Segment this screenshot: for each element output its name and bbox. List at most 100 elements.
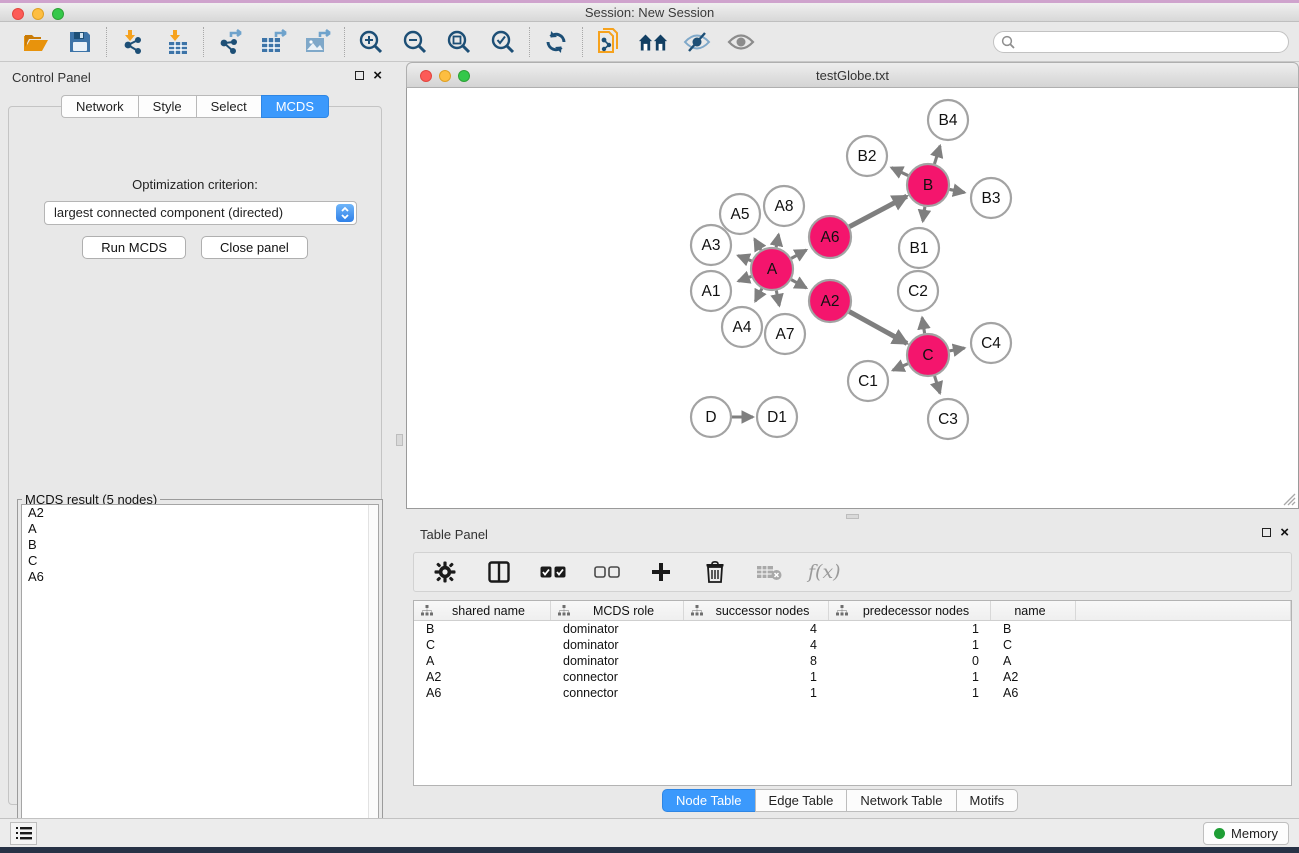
graph-edge-A2-C[interactable] — [849, 312, 907, 344]
column-header-name[interactable]: name — [991, 601, 1076, 620]
graph-edge-A-A7[interactable] — [776, 291, 779, 306]
optimization-criterion-select[interactable]: largest connected component (directed) — [44, 201, 357, 225]
graph-edge-B-B3[interactable] — [950, 189, 965, 192]
table-cell: A — [414, 653, 551, 669]
graph-edge-B-B1[interactable] — [923, 207, 925, 221]
column-header-MCDS-role[interactable]: MCDS role — [551, 601, 684, 620]
mcds-result-item[interactable]: A2 — [22, 505, 378, 521]
select-all-checkboxes-icon[interactable] — [538, 557, 568, 587]
graph-node-label: B2 — [858, 148, 877, 165]
deselect-all-checkboxes-icon[interactable] — [592, 557, 622, 587]
tab-edge-table[interactable]: Edge Table — [755, 789, 847, 812]
run-mcds-button[interactable]: Run MCDS — [82, 236, 186, 259]
export-table-icon[interactable] — [259, 27, 289, 57]
graph-edge-B-B4[interactable] — [934, 146, 940, 164]
graph-edge-A-A4[interactable] — [755, 289, 762, 302]
optimization-criterion-label: Optimization criterion: — [9, 177, 381, 192]
graph-edge-C-C1[interactable] — [893, 364, 908, 371]
vertical-splitter-handle[interactable] — [396, 434, 403, 446]
delete-table-icon[interactable] — [754, 557, 784, 587]
graph-edge-A6-B[interactable] — [849, 196, 906, 226]
tab-network[interactable]: Network — [61, 95, 138, 118]
show-column-icon[interactable] — [484, 557, 514, 587]
table-options-gear-icon[interactable] — [430, 557, 460, 587]
graph-node-label: A3 — [702, 237, 721, 254]
tab-select[interactable]: Select — [196, 95, 261, 118]
search-icon — [1001, 35, 1015, 49]
import-network-icon[interactable] — [118, 27, 148, 57]
add-column-icon[interactable] — [646, 557, 676, 587]
export-network-icon[interactable] — [215, 27, 245, 57]
tab-node-table[interactable]: Node Table — [662, 789, 755, 812]
tab-style[interactable]: Style — [138, 95, 196, 118]
graph-edge-B-B2[interactable] — [891, 168, 908, 176]
table-row[interactable]: Bdominator41B — [414, 621, 1291, 637]
column-header-shared-name[interactable]: shared name — [414, 601, 551, 620]
hide-graphics-details-icon[interactable] — [682, 27, 712, 57]
save-session-icon[interactable] — [65, 27, 95, 57]
graph-node-label: C4 — [981, 335, 1001, 352]
refresh-icon[interactable] — [541, 27, 571, 57]
table-cell: C — [414, 637, 551, 653]
network-window-titlebar[interactable]: testGlobe.txt — [406, 62, 1299, 88]
close-table-panel-icon[interactable]: × — [1280, 527, 1289, 538]
graph-edge-A-A1[interactable] — [738, 276, 751, 281]
graph-node-label: B3 — [982, 190, 1001, 207]
node-table: shared nameMCDS rolesuccessor nodesprede… — [413, 600, 1292, 786]
table-cell: 4 — [684, 621, 829, 637]
column-header-successor-nodes[interactable]: successor nodes — [684, 601, 829, 620]
column-header-predecessor-nodes[interactable]: predecessor nodes — [829, 601, 991, 620]
delete-column-trash-icon[interactable] — [700, 557, 730, 587]
float-panel-icon[interactable] — [355, 71, 364, 80]
search-box — [993, 31, 1289, 53]
table-cell: 1 — [829, 621, 991, 637]
graph-edge-C-C3[interactable] — [935, 376, 940, 393]
graph-edge-A-A3[interactable] — [738, 256, 752, 261]
task-history-button[interactable] — [10, 822, 37, 845]
table-row[interactable]: Cdominator41C — [414, 637, 1291, 653]
import-table-icon[interactable] — [162, 27, 192, 57]
table-row[interactable]: A6connector11A6 — [414, 685, 1291, 701]
resize-grip-icon[interactable] — [1283, 493, 1296, 506]
open-file-icon[interactable] — [21, 27, 51, 57]
export-image-icon[interactable] — [303, 27, 333, 57]
float-table-panel-icon[interactable] — [1262, 528, 1271, 537]
graph-edge-C-C4[interactable] — [950, 348, 965, 351]
table-row[interactable]: A2connector11A2 — [414, 669, 1291, 685]
table-row[interactable]: Adominator80A — [414, 653, 1291, 669]
graph-edge-A-A2[interactable] — [791, 280, 806, 288]
memory-button[interactable]: Memory — [1203, 822, 1289, 845]
result-scrollbar[interactable] — [368, 505, 378, 834]
horizontal-splitter-handle[interactable] — [846, 514, 859, 519]
mcds-result-item[interactable]: C — [22, 553, 378, 569]
tab-mcds[interactable]: MCDS — [261, 95, 329, 118]
graph-node-label: B4 — [939, 112, 958, 129]
table-cell: 1 — [684, 669, 829, 685]
new-network-from-selection-icon[interactable] — [594, 27, 624, 57]
show-graphics-details-icon[interactable] — [726, 27, 756, 57]
control-panel: Control Panel × NetworkStyleSelectMCDS O… — [0, 62, 390, 819]
graph-edge-A-A8[interactable] — [776, 234, 778, 247]
table-cell: connector — [551, 685, 684, 701]
tab-motifs[interactable]: Motifs — [956, 789, 1019, 812]
memory-status-icon — [1214, 828, 1225, 839]
function-builder-icon[interactable]: f(x) — [808, 561, 841, 583]
graph-edge-A-A6[interactable] — [791, 250, 806, 258]
mcds-result-item[interactable]: A6 — [22, 569, 378, 585]
zoom-out-icon[interactable] — [400, 27, 430, 57]
zoom-fit-icon[interactable] — [444, 27, 474, 57]
network-canvas[interactable]: AA1A3A5A8A4A7A6A2BB1B2B3B4CC1C2C3C4DD1 — [406, 88, 1299, 509]
mcds-result-item[interactable]: A — [22, 521, 378, 537]
table-cell: 1 — [684, 685, 829, 701]
zoom-selected-icon[interactable] — [488, 27, 518, 57]
close-panel-button[interactable]: Close panel — [201, 236, 308, 259]
zoom-in-icon[interactable] — [356, 27, 386, 57]
search-input[interactable] — [993, 31, 1289, 53]
graph-edge-C-C2[interactable] — [922, 318, 924, 334]
tab-network-table[interactable]: Network Table — [846, 789, 955, 812]
graph-edge-A-A5[interactable] — [755, 239, 761, 250]
close-panel-icon[interactable]: × — [373, 70, 382, 81]
graph-node-label: A2 — [821, 293, 840, 310]
mcds-result-item[interactable]: B — [22, 537, 378, 553]
home-icon[interactable] — [638, 27, 668, 57]
